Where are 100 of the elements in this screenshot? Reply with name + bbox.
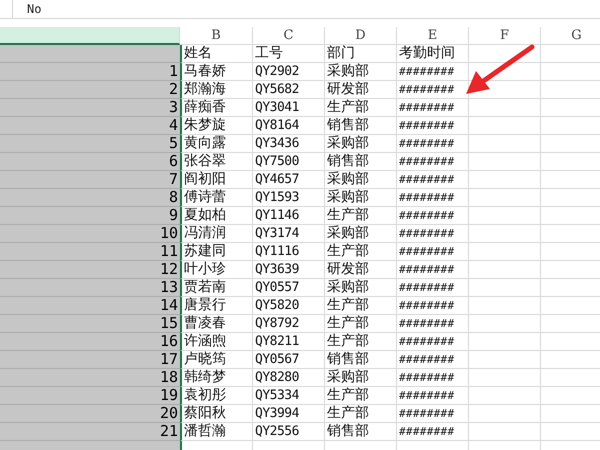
table-cell: 7 <box>0 171 180 189</box>
empty-cell <box>469 243 541 261</box>
table-cell: 张谷翠 <box>180 153 253 171</box>
table-cell: 10 <box>0 225 180 243</box>
table-cell: 21 <box>0 423 180 441</box>
table-cell: 生产部 <box>325 315 397 333</box>
table-cell: QY2902 <box>253 63 325 81</box>
table-cell: QY8164 <box>253 117 325 135</box>
empty-cell <box>469 207 541 225</box>
column-header[interactable]: B <box>180 27 253 45</box>
table-cell: 15 <box>0 315 180 333</box>
table-cell: 叶小珍 <box>180 261 253 279</box>
table-cell: 生产部 <box>325 387 397 405</box>
table-cell: 销售部 <box>325 117 397 135</box>
table-cell: QY5820 <box>253 297 325 315</box>
table-cell: 3 <box>0 99 180 117</box>
table-cell: 潘哲瀚 <box>180 423 253 441</box>
column-header[interactable]: D <box>325 27 397 45</box>
table-cell: ######## <box>397 387 469 405</box>
table-cell: QY8280 <box>253 369 325 387</box>
empty-cell <box>469 387 541 405</box>
table-cell: ######## <box>397 369 469 387</box>
table-cell: QY1593 <box>253 189 325 207</box>
column-header[interactable]: F <box>469 27 541 45</box>
table-cell: 唐景行 <box>180 297 253 315</box>
empty-cell <box>469 351 541 369</box>
table-cell: QY5334 <box>253 387 325 405</box>
table-cell: 苏建同 <box>180 243 253 261</box>
table-cell: 生产部 <box>325 99 397 117</box>
table-cell: 12 <box>0 261 180 279</box>
table-cell: 黄向露 <box>180 135 253 153</box>
empty-cell <box>469 315 541 333</box>
table-cell: 采购部 <box>325 189 397 207</box>
table-cell: 17 <box>0 351 180 369</box>
table-cell: 9 <box>0 207 180 225</box>
table-cell: 朱梦旋 <box>180 117 253 135</box>
table-cell: 18 <box>0 369 180 387</box>
table-cell: 冯清润 <box>180 225 253 243</box>
column-header[interactable] <box>0 27 180 45</box>
column-header[interactable]: E <box>397 27 469 45</box>
table-cell: 2 <box>0 81 180 99</box>
table-cell: 蔡阳秋 <box>180 405 253 423</box>
empty-cell <box>469 45 541 63</box>
table-cell: QY3436 <box>253 135 325 153</box>
table-cell: ######## <box>397 423 469 441</box>
empty-cell <box>469 333 541 351</box>
empty-cell <box>469 225 541 243</box>
table-cell: QY2556 <box>253 423 325 441</box>
table-cell: QY4657 <box>253 171 325 189</box>
column-header[interactable]: G <box>541 27 600 45</box>
table-cell: 阎初阳 <box>180 171 253 189</box>
table-cell: 工号 <box>253 45 325 63</box>
table-cell: ######## <box>397 225 469 243</box>
table-cell: 研发部 <box>325 81 397 99</box>
empty-cell <box>469 135 541 153</box>
table-cell: 夏如柏 <box>180 207 253 225</box>
formula-bar-field[interactable]: No <box>13 0 600 18</box>
table-cell: QY1116 <box>253 243 325 261</box>
table-cell: QY8211 <box>253 333 325 351</box>
table-cell: 袁初彤 <box>180 387 253 405</box>
table-cell: QY3041 <box>253 99 325 117</box>
table-cell: 郑瀚海 <box>180 81 253 99</box>
table-cell: ######## <box>397 99 469 117</box>
table-cell: QY1146 <box>253 207 325 225</box>
table-cell: 采购部 <box>325 225 397 243</box>
table-cell: 生产部 <box>325 405 397 423</box>
table-cell: ######## <box>397 279 469 297</box>
column-header[interactable]: C <box>253 27 325 45</box>
table-cell: 1 <box>0 63 180 81</box>
table-cell: 5 <box>0 135 180 153</box>
table-cell: QY3174 <box>253 225 325 243</box>
table-cell: 姓名 <box>180 45 253 63</box>
table-cell: 13 <box>0 279 180 297</box>
table-cell: 薛痴香 <box>180 99 253 117</box>
table-cell: 16 <box>0 333 180 351</box>
table-cell: 采购部 <box>325 369 397 387</box>
empty-cell <box>469 369 541 387</box>
table-cell: ######## <box>397 405 469 423</box>
table-cell: ######## <box>397 153 469 171</box>
table-cell: ######## <box>397 243 469 261</box>
table-cell: 生产部 <box>325 333 397 351</box>
empty-cell <box>469 117 541 135</box>
table-cell: 马春娇 <box>180 63 253 81</box>
table-cell: 6 <box>0 153 180 171</box>
table-cell: 20 <box>0 405 180 423</box>
table-cell: ######## <box>397 135 469 153</box>
table-cell: QY0557 <box>253 279 325 297</box>
table-cell: QY7500 <box>253 153 325 171</box>
table-cell: 4 <box>0 117 180 135</box>
table-cell: ######## <box>397 333 469 351</box>
table-cell: 14 <box>0 297 180 315</box>
empty-cell <box>469 297 541 315</box>
table-cell: 销售部 <box>325 351 397 369</box>
table-cell: 采购部 <box>325 171 397 189</box>
table-cell: 研发部 <box>325 261 397 279</box>
table-cell: 考勤时间 <box>397 45 469 63</box>
empty-cell <box>469 279 541 297</box>
table-cell: ######## <box>397 171 469 189</box>
table-cell: 卢晓筠 <box>180 351 253 369</box>
table-cell: ######## <box>397 261 469 279</box>
